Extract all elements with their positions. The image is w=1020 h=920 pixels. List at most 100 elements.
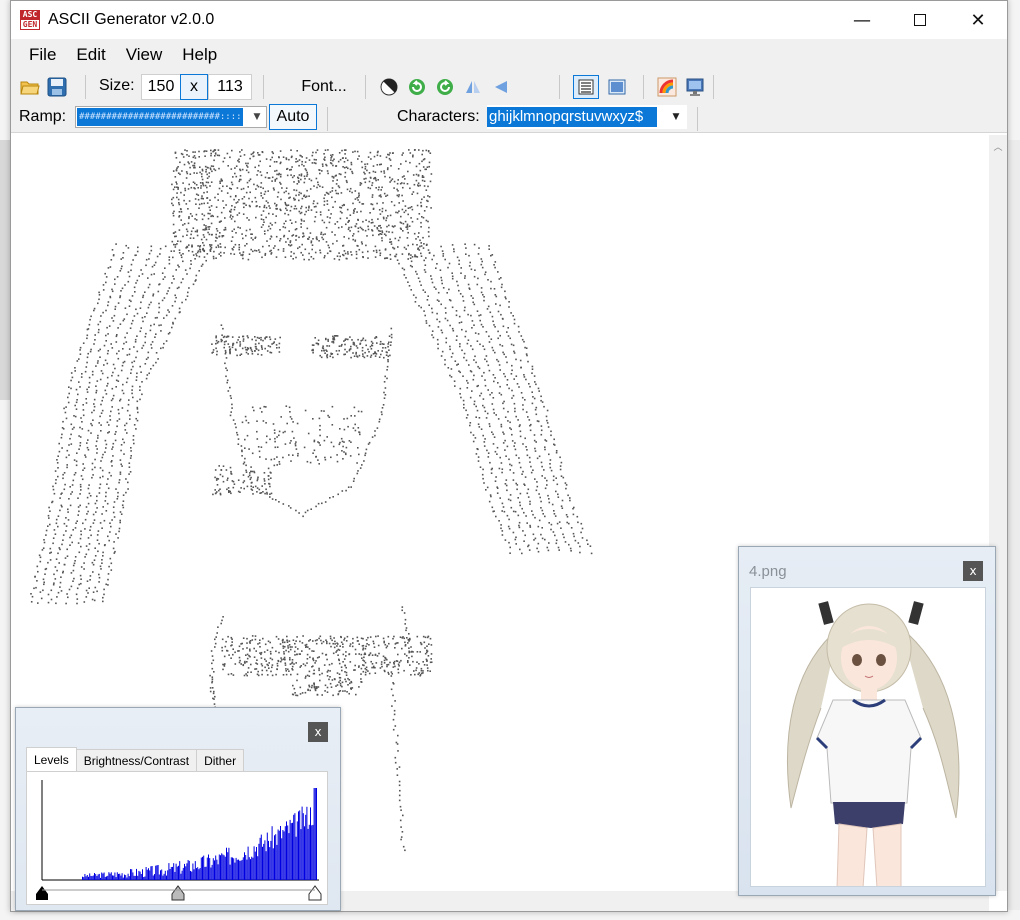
- lock-aspect-button[interactable]: x: [180, 74, 208, 100]
- scroll-up-icon[interactable]: ︿: [989, 137, 1007, 155]
- ascii-dot: [369, 212, 371, 214]
- ascii-dot: [70, 372, 73, 374]
- ascii-dot: [171, 183, 173, 186]
- ascii-dot: [80, 376, 83, 378]
- ascii-dot: [203, 214, 206, 217]
- ascii-dot: [427, 195, 429, 197]
- ascii-dot: [342, 653, 345, 656]
- ascii-dot: [282, 641, 284, 644]
- ascii-dot: [474, 332, 477, 334]
- preview-panel[interactable]: 4.png x: [738, 546, 996, 896]
- ascii-dot: [316, 149, 319, 151]
- minimize-button[interactable]: —: [833, 1, 891, 39]
- preview-close-button[interactable]: x: [963, 561, 983, 581]
- levels-panel[interactable]: x Levels Brightness/Contrast Dither: [15, 707, 341, 911]
- ascii-dot: [110, 569, 113, 571]
- characters-combobox[interactable]: ghijklmnopqrstuvwxyz$ ▼: [487, 105, 687, 129]
- ascii-dot: [276, 665, 279, 667]
- ascii-dot: [323, 664, 326, 666]
- ascii-dot: [541, 401, 544, 403]
- ascii-dot: [352, 235, 354, 237]
- ascii-dot: [412, 154, 414, 157]
- ascii-dot: [263, 480, 266, 482]
- ascii-dot: [134, 341, 137, 343]
- ascii-dot: [180, 191, 182, 194]
- ascii-dot: [71, 541, 73, 544]
- ascii-dot: [407, 244, 409, 247]
- ascii-dot: [311, 154, 314, 157]
- image-view-button[interactable]: [607, 77, 627, 97]
- text-view-button[interactable]: [573, 75, 599, 99]
- ascii-dot: [265, 660, 267, 662]
- ascii-dot: [211, 678, 214, 680]
- menu-help[interactable]: Help: [172, 45, 227, 65]
- rotate-right-button[interactable]: [435, 77, 455, 97]
- invert-button[interactable]: [379, 77, 399, 97]
- ascii-dot: [107, 382, 109, 385]
- ascii-dot: [453, 380, 456, 382]
- tab-dither[interactable]: Dither: [196, 749, 245, 771]
- height-input[interactable]: 113: [208, 74, 252, 100]
- ramp-value[interactable]: ##########################::::::::::::,,…: [77, 108, 243, 126]
- histogram-bar: [223, 855, 225, 880]
- ascii-dot: [359, 182, 362, 184]
- ascii-dot: [506, 489, 508, 492]
- ascii-dot: [113, 541, 115, 543]
- chevron-down-icon[interactable]: ▼: [248, 107, 266, 127]
- auto-button[interactable]: Auto: [269, 104, 317, 130]
- flip-horizontal-button[interactable]: [463, 77, 483, 97]
- flip-vertical-button[interactable]: [491, 77, 511, 97]
- ascii-dot: [275, 161, 278, 163]
- ascii-dot: [123, 342, 125, 345]
- maximize-button[interactable]: [891, 1, 949, 39]
- color-button[interactable]: [657, 77, 677, 97]
- ascii-dot: [88, 587, 90, 589]
- close-button[interactable]: ✕: [949, 1, 1007, 39]
- close-icon: ✕: [970, 9, 986, 31]
- tab-levels[interactable]: Levels: [26, 747, 77, 771]
- ascii-dot: [365, 177, 367, 180]
- monitor-button[interactable]: [685, 77, 705, 97]
- ascii-dot: [62, 428, 65, 430]
- levels-close-button[interactable]: x: [308, 722, 328, 742]
- ascii-dot: [274, 338, 277, 340]
- ascii-dot: [98, 328, 100, 331]
- ascii-dot: [407, 258, 409, 260]
- width-input[interactable]: 150: [141, 74, 181, 100]
- ascii-dot: [354, 239, 357, 242]
- title-bar[interactable]: ASC GEN ASCII Generator v2.0.0 — ✕: [11, 1, 1007, 39]
- save-button[interactable]: [47, 77, 67, 97]
- ascii-dot: [367, 250, 369, 253]
- ascii-dot: [47, 601, 50, 604]
- ascii-dot: [164, 276, 166, 278]
- ascii-dot: [430, 661, 433, 663]
- ascii-dot: [323, 349, 325, 352]
- ascii-dot: [429, 152, 432, 154]
- ascii-dot: [341, 226, 343, 228]
- ramp-combobox[interactable]: ##########################::::::::::::,,…: [75, 106, 267, 128]
- ascii-dot: [500, 423, 503, 426]
- ascii-dot: [264, 666, 266, 669]
- histogram-bar: [106, 876, 107, 880]
- tab-brightness-contrast[interactable]: Brightness/Contrast: [75, 749, 198, 771]
- ascii-dot: [383, 192, 386, 195]
- font-button[interactable]: Font...: [291, 74, 357, 100]
- menu-edit[interactable]: Edit: [66, 45, 115, 65]
- ascii-dot: [345, 651, 347, 653]
- menu-file[interactable]: File: [19, 45, 66, 65]
- ascii-dot: [391, 231, 394, 234]
- ascii-dot: [246, 166, 249, 168]
- chevron-down-icon[interactable]: ▼: [665, 107, 687, 127]
- characters-value[interactable]: ghijklmnopqrstuvwxyz$: [487, 107, 657, 127]
- ascii-dot: [422, 661, 424, 663]
- ascii-dot: [283, 651, 285, 653]
- ascii-dot: [349, 643, 352, 645]
- ascii-dot: [117, 408, 120, 411]
- ascii-dot: [219, 243, 222, 245]
- menu-view[interactable]: View: [116, 45, 173, 65]
- rotate-left-button[interactable]: [407, 77, 427, 97]
- ascii-dot: [439, 269, 442, 271]
- open-button[interactable]: [20, 77, 40, 97]
- ascii-dot: [148, 252, 151, 255]
- ascii-dot: [229, 187, 231, 190]
